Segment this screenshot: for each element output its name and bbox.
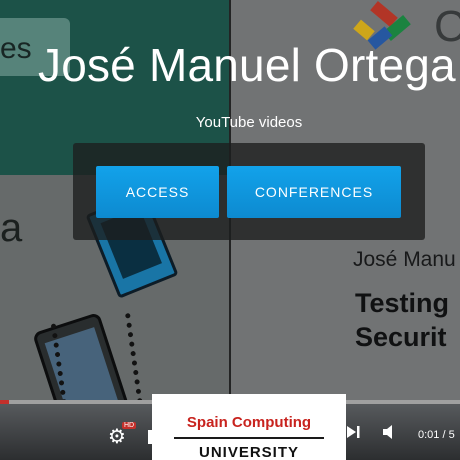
badge-line1: Spain Computing	[186, 414, 312, 431]
video-progress-fill	[0, 400, 10, 404]
university-badge: Spain Computing UNIVERSITY	[152, 394, 346, 460]
video-time: 0:01 / 5	[418, 429, 455, 441]
video-frame[interactable]: es a C José Manu Testing Securit José Ma…	[0, 0, 460, 460]
page-title: José Manuel Ortega	[38, 39, 456, 91]
volume-icon[interactable]	[382, 424, 400, 444]
badge-rule	[174, 437, 324, 439]
next-icon[interactable]	[345, 424, 361, 444]
conferences-button[interactable]: CONFERENCES	[227, 166, 401, 218]
badge-line2: UNIVERSITY	[198, 444, 299, 460]
page-subtitle: YouTube videos	[195, 114, 303, 131]
access-button[interactable]: ACCESS	[96, 166, 219, 218]
hd-badge: HD	[122, 422, 137, 429]
